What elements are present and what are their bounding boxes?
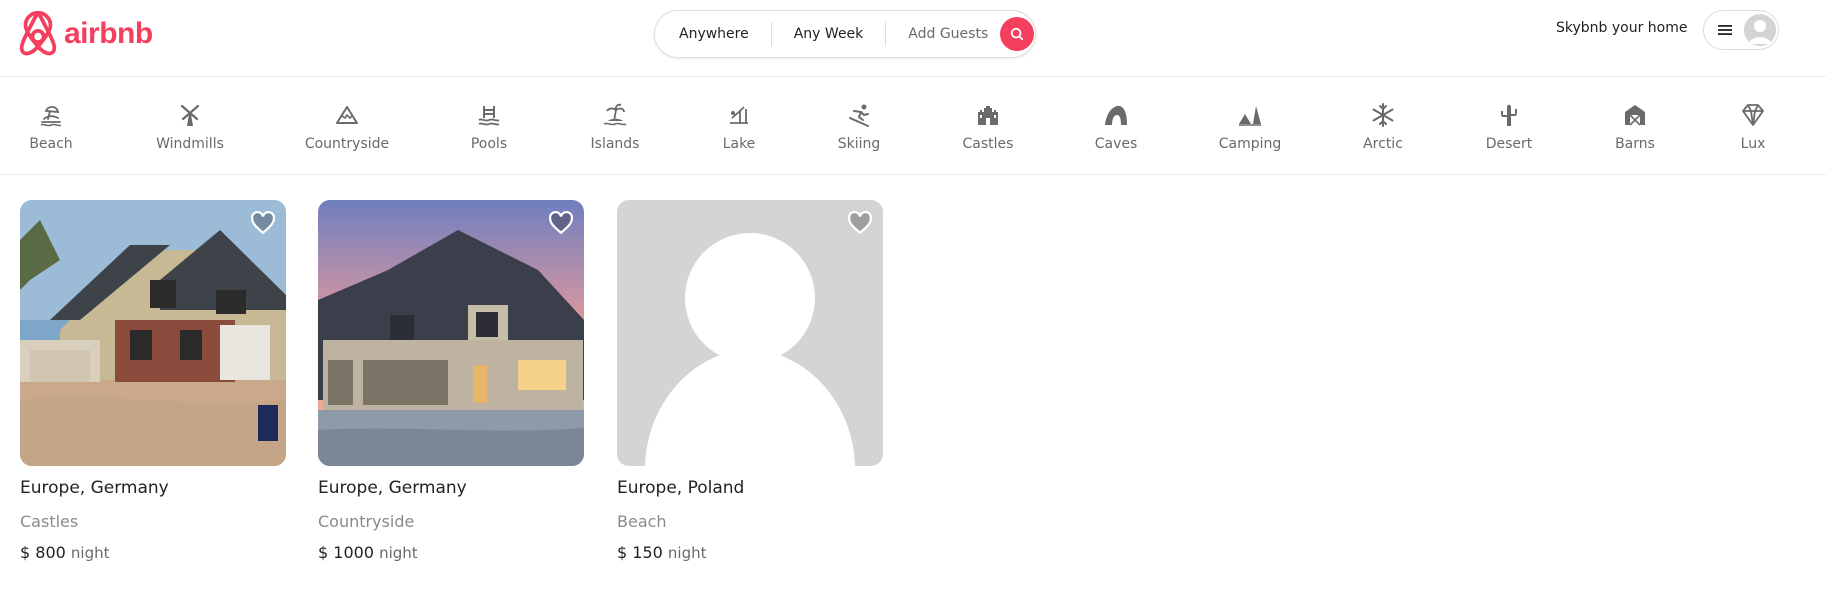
pool-icon: [478, 106, 500, 126]
listing-price: $ 800: [20, 543, 66, 562]
user-menu-button[interactable]: [1703, 10, 1779, 50]
search-icon: [1011, 27, 1024, 41]
listing-photo[interactable]: [318, 200, 584, 466]
listing-price-row: $ 150 night: [617, 543, 883, 562]
category-castles[interactable]: Castles: [938, 102, 1038, 152]
category-bar: Beach Windmills Countryside Pools Island…: [0, 78, 1826, 175]
category-arctic[interactable]: Arctic: [1333, 102, 1433, 152]
category-desert[interactable]: Desert: [1459, 102, 1559, 152]
cactus-icon: [1501, 104, 1517, 126]
listing-category: Countryside: [318, 512, 415, 531]
favorite-heart-icon[interactable]: [548, 210, 574, 236]
listing-card[interactable]: Europe, Poland Beach $ 150 night: [617, 200, 883, 562]
listing-price-row: $ 1000 night: [318, 543, 584, 562]
category-camping[interactable]: Camping: [1200, 102, 1300, 152]
category-caves[interactable]: Caves: [1066, 102, 1166, 152]
favorite-heart-icon[interactable]: [847, 210, 873, 236]
category-label: Castles: [962, 136, 1014, 152]
category-label: Caves: [1094, 136, 1138, 152]
category-label: Lake: [722, 136, 756, 152]
category-lake[interactable]: Lake: [689, 102, 789, 152]
house-photo-image: [318, 200, 584, 466]
listing-price: $ 1000: [318, 543, 374, 562]
island-icon: [603, 103, 627, 126]
category-label: Desert: [1485, 136, 1533, 152]
search-guests-button[interactable]: Add Guests: [886, 22, 1000, 46]
listing-photo[interactable]: [617, 200, 883, 466]
skiing-icon: [849, 104, 869, 127]
category-label: Countryside: [304, 136, 390, 152]
listing-price-unit: night: [667, 544, 707, 562]
category-barns[interactable]: Barns: [1585, 102, 1685, 152]
search-submit-button[interactable]: [1000, 17, 1035, 51]
listing-price-row: $ 800 night: [20, 543, 286, 562]
lake-icon: [730, 106, 748, 124]
favorite-heart-icon[interactable]: [250, 210, 276, 236]
listing-price-unit: night: [379, 544, 418, 562]
listing-card[interactable]: Europe, Germany Castles $ 800 night: [20, 200, 286, 562]
category-lux[interactable]: Lux: [1703, 102, 1803, 152]
category-label: Lux: [1740, 136, 1766, 152]
mountain-icon: [336, 106, 358, 124]
search-location-button[interactable]: Anywhere: [655, 22, 771, 46]
category-label: Skiing: [837, 136, 881, 152]
top-header: airbnb Anywhere Any Week Add Guests Skyb…: [0, 0, 1826, 77]
listing-photo[interactable]: [20, 200, 286, 466]
category-countryside[interactable]: Countryside: [297, 102, 397, 152]
cave-icon: [1105, 105, 1127, 125]
search-week-button[interactable]: Any Week: [772, 22, 886, 46]
host-your-home-link[interactable]: Skybnb your home: [1556, 20, 1688, 36]
search-bar[interactable]: Anywhere Any Week Add Guests: [654, 10, 1036, 58]
category-skiing[interactable]: Skiing: [809, 102, 909, 152]
diamond-icon: [1742, 104, 1764, 126]
category-label: Arctic: [1363, 136, 1403, 152]
category-islands[interactable]: Islands: [565, 102, 665, 152]
user-placeholder-icon: [1744, 14, 1776, 46]
listing-category: Castles: [20, 512, 79, 531]
category-label: Barns: [1615, 136, 1655, 152]
listing-card[interactable]: Europe, Germany Countryside $ 1000 night: [318, 200, 584, 562]
category-label: Beach: [29, 136, 73, 152]
snowflake-icon: [1372, 103, 1394, 127]
house-photo-image: [20, 200, 286, 466]
windmill-icon: [180, 104, 200, 126]
listing-location: Europe, Germany: [20, 478, 169, 498]
listing-location: Europe, Poland: [617, 478, 745, 498]
camping-icon: [1239, 106, 1261, 126]
category-label: Camping: [1218, 136, 1282, 152]
category-label: Windmills: [156, 136, 224, 152]
castle-icon: [978, 106, 998, 125]
logo-text: airbnb: [64, 17, 153, 50]
listing-price: $ 150: [617, 543, 663, 562]
listing-price-unit: night: [70, 544, 110, 562]
airbnb-logo[interactable]: airbnb: [18, 8, 153, 60]
beach-icon: [40, 106, 62, 127]
category-label: Pools: [470, 136, 508, 152]
category-beach[interactable]: Beach: [1, 102, 101, 152]
barn-icon: [1625, 105, 1645, 126]
category-label: Islands: [590, 136, 640, 152]
hamburger-menu-icon: [1718, 25, 1732, 35]
listing-location: Europe, Germany: [318, 478, 467, 498]
airbnb-logo-icon: [19, 10, 57, 56]
category-pools[interactable]: Pools: [439, 102, 539, 152]
avatar: [1744, 14, 1776, 46]
category-windmills[interactable]: Windmills: [140, 102, 240, 152]
placeholder-person-image: [617, 200, 883, 466]
listing-category: Beach: [617, 512, 667, 531]
